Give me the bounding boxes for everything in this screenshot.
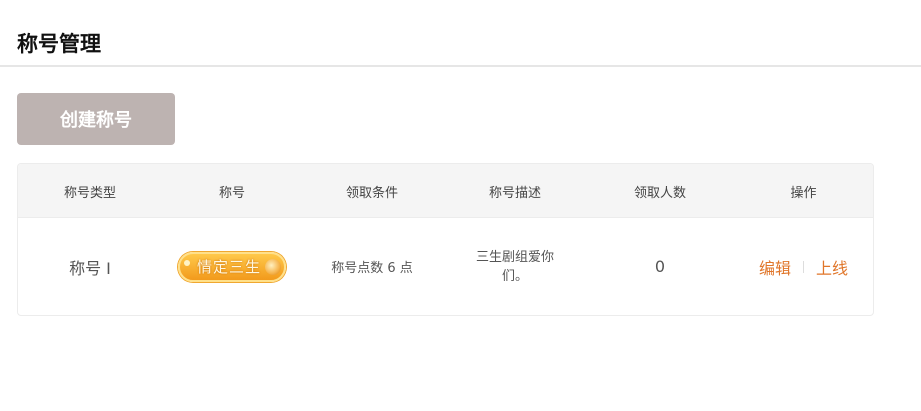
- edit-link[interactable]: 编辑: [759, 255, 791, 279]
- column-header-description: 称号描述: [488, 185, 541, 201]
- condition-cell: 称号点数 6 点: [331, 261, 413, 276]
- column-header-title: 称号: [218, 185, 245, 201]
- ornament-icon: [265, 258, 281, 275]
- sparkle-icon: [184, 259, 190, 266]
- title-badge: 情定三生: [178, 251, 286, 282]
- column-header-condition: 领取条件: [345, 185, 398, 201]
- description-cell: 三生剧组爱你们。: [475, 249, 554, 284]
- go-online-link[interactable]: 上线: [816, 255, 848, 279]
- page-title: 称号管理: [17, 32, 101, 56]
- actions-cell: 编辑 上线: [732, 218, 873, 315]
- title-badge-text: 情定三生: [196, 258, 261, 276]
- table-header: 称号类型 称号 领取条件 称号描述 领取人数 操作: [18, 164, 873, 218]
- titles-table: 称号类型 称号 领取条件 称号描述 领取人数 操作 称号 I 情定三生 称号点数…: [17, 163, 874, 316]
- table-row: 称号 I 情定三生 称号点数 6 点 三生剧组爱你们。 0 编辑 上线: [18, 218, 873, 315]
- page-header: 称号管理: [0, 0, 921, 67]
- action-divider: [803, 260, 804, 273]
- column-header-type: 称号类型: [63, 185, 116, 201]
- title-badge-cell: 情定三生: [162, 218, 302, 315]
- title-type-cell: 称号 I: [69, 258, 111, 278]
- column-header-actions: 操作: [790, 185, 817, 201]
- column-header-count: 领取人数: [633, 185, 686, 201]
- create-title-button[interactable]: 创建称号: [17, 93, 175, 145]
- claim-count-cell: 0: [654, 257, 666, 276]
